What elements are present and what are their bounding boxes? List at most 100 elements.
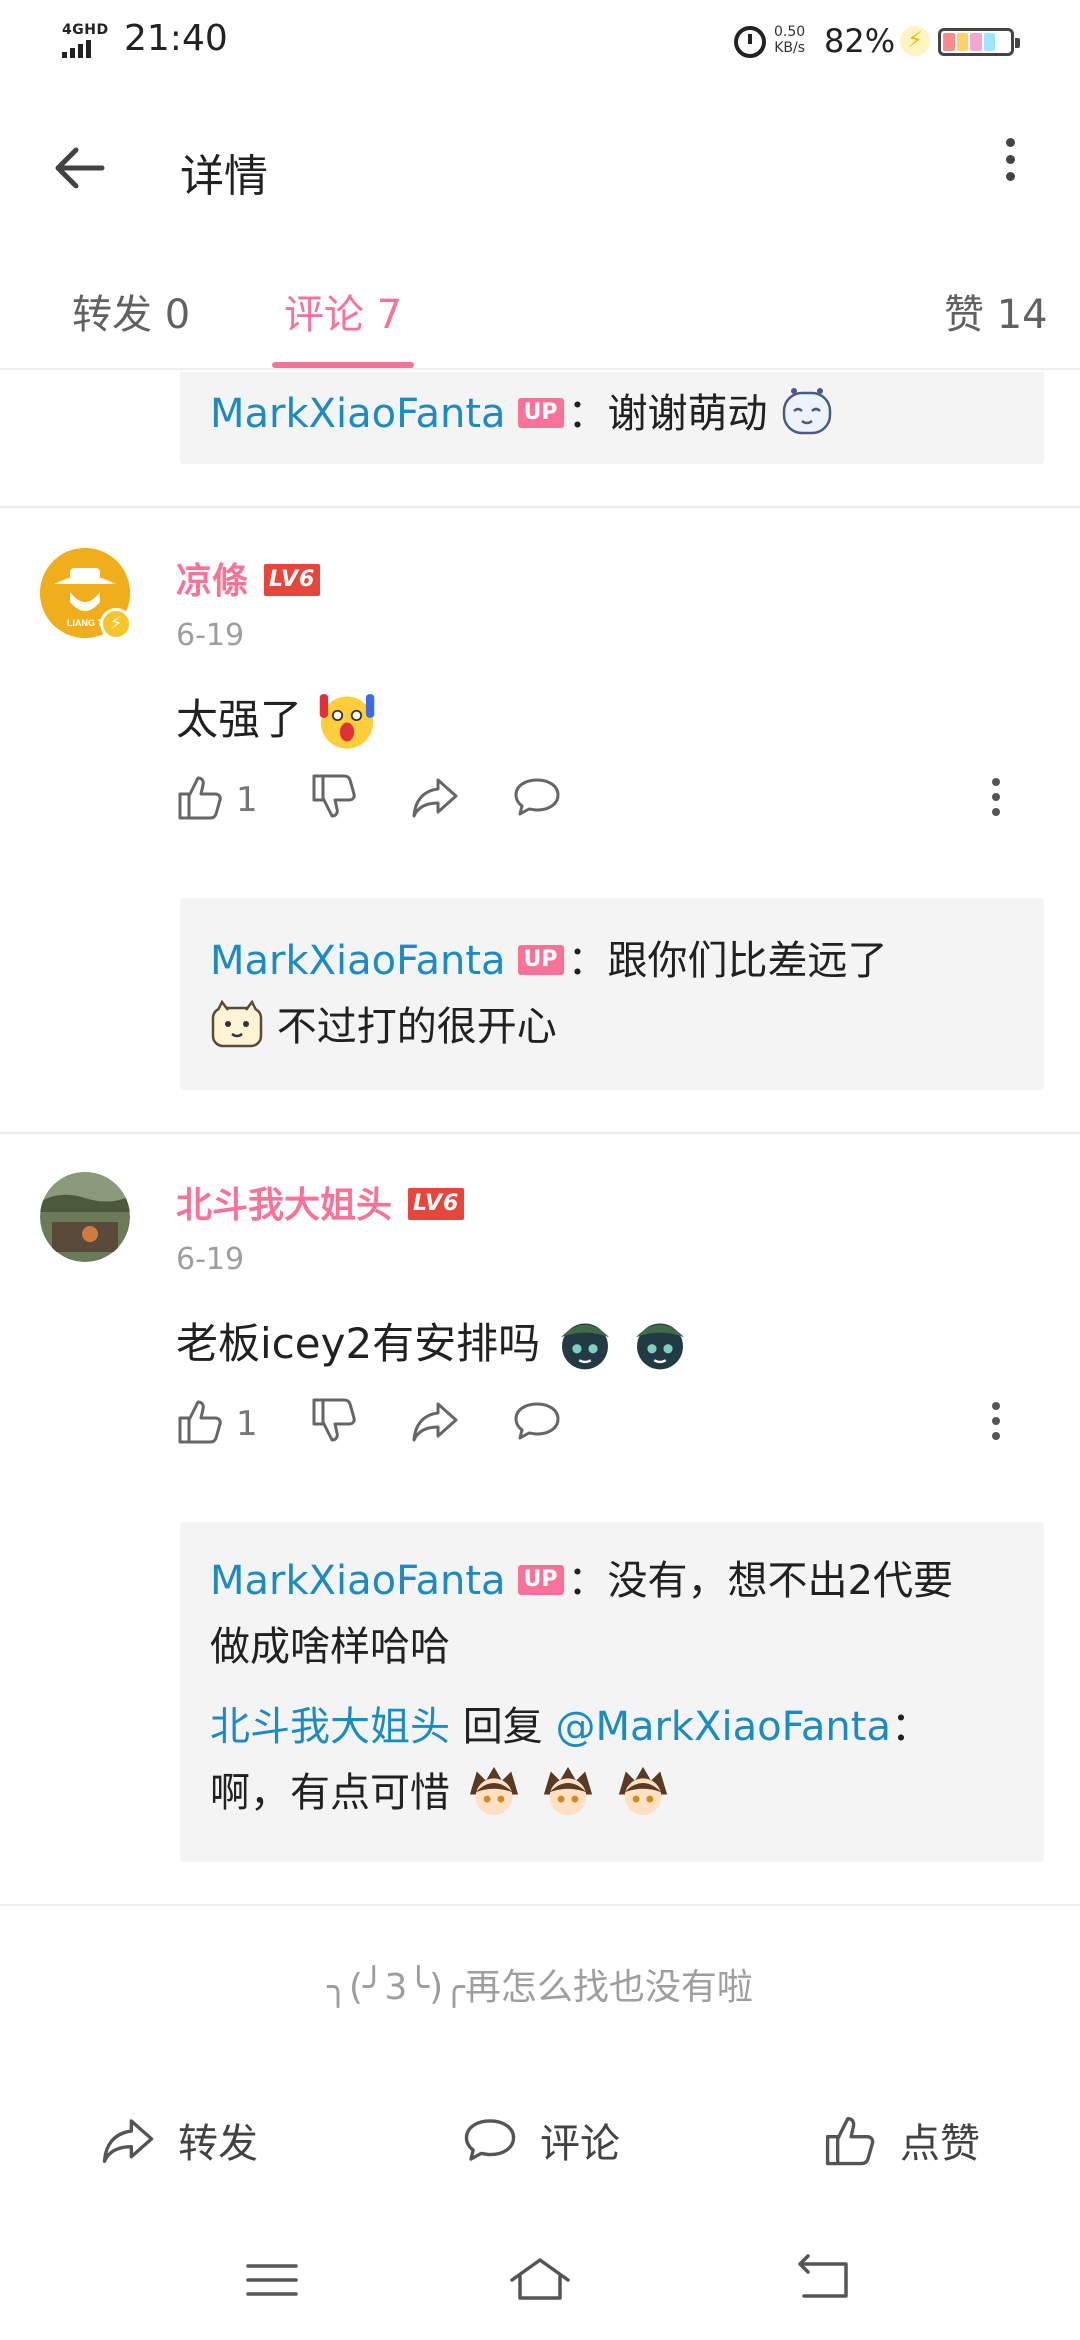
like-post-button[interactable]: 点赞 bbox=[822, 2100, 980, 2180]
comment-date: 6-19 bbox=[176, 618, 245, 653]
system-nav-bar bbox=[0, 2220, 1080, 2340]
status-bar: 4GHD 21:40 0.50 KB/s 82% ⚡ bbox=[0, 0, 1080, 84]
comment-icon bbox=[464, 2119, 516, 2161]
reply-line: 啊，有点可惜 bbox=[210, 1760, 1014, 1826]
up-badge: UP bbox=[517, 1565, 564, 1595]
speed-value: 0.50 bbox=[774, 24, 806, 40]
thumbs-up-icon bbox=[178, 776, 222, 820]
page-title: 详情 bbox=[180, 151, 268, 202]
network-type: 4GHD bbox=[62, 22, 109, 38]
comment-more-icon[interactable] bbox=[986, 1402, 1006, 1462]
back-icon[interactable] bbox=[794, 2250, 854, 2310]
like-count: 1 bbox=[236, 780, 258, 820]
reply-box[interactable]: MarkXiaoFanta UP ：跟你们比差远了 不过打的很开心 bbox=[180, 898, 1044, 1090]
comment-text-content: 太强了 bbox=[176, 695, 303, 744]
reply-word: 回复 bbox=[450, 1704, 556, 1750]
app-bar: 详情 bbox=[0, 84, 1080, 252]
like-count: 1 bbox=[236, 1404, 258, 1444]
reply-line: MarkXiaoFanta UP ：没有，想不出2代要 bbox=[210, 1548, 1014, 1614]
tab-likes[interactable]: 赞 14 bbox=[944, 282, 1048, 340]
up-badge: UP bbox=[517, 398, 564, 428]
divider bbox=[0, 1132, 1080, 1134]
reply-line: 北斗我大姐头 回复 @MarkXiaoFanta： bbox=[210, 1694, 1014, 1760]
comment-text: 老板icey2有安排吗 bbox=[176, 1310, 691, 1374]
reply-box[interactable]: MarkXiaoFanta UP ：谢谢萌动 bbox=[180, 372, 1044, 464]
repost-button[interactable]: 转发 bbox=[100, 2100, 258, 2180]
avatar[interactable] bbox=[40, 1172, 130, 1262]
shocked-emoji-icon bbox=[320, 693, 375, 749]
reply-text: ： bbox=[890, 1704, 931, 1750]
svg-text:LIANG T: LIANG T bbox=[67, 618, 103, 628]
reply-line: MarkXiaoFanta UP ：跟你们比差远了 bbox=[210, 928, 1014, 994]
menu-icon[interactable] bbox=[242, 2250, 302, 2310]
tab-indicator bbox=[272, 362, 414, 368]
dog-emoji-icon bbox=[211, 999, 263, 1048]
reply-text: 做成啥样哈哈 bbox=[210, 1624, 450, 1670]
comment-icon bbox=[514, 778, 560, 816]
home-icon[interactable] bbox=[508, 2250, 572, 2310]
reply-text: 不过打的很开心 bbox=[276, 1004, 557, 1050]
tab-comments[interactable]: 评论 7 bbox=[284, 282, 402, 340]
alarm-icon bbox=[734, 26, 766, 58]
comment-icon bbox=[514, 1402, 560, 1440]
reply-box[interactable]: MarkXiaoFanta UP ：没有，想不出2代要 做成啥样哈哈 北斗我大姐头 … bbox=[180, 1522, 1044, 1862]
dislike-button[interactable] bbox=[310, 772, 360, 832]
comment-author-name[interactable]: 凉條 bbox=[176, 561, 248, 602]
level-badge: LV6 bbox=[264, 564, 321, 596]
divider bbox=[0, 1904, 1080, 1906]
clock: 21:40 bbox=[124, 18, 228, 59]
reply-author[interactable]: 北斗我大姐头 bbox=[210, 1704, 450, 1750]
reply-author[interactable]: MarkXiaoFanta bbox=[210, 391, 506, 437]
reply-text: 啊，有点可惜 bbox=[210, 1770, 450, 1816]
reply-button[interactable] bbox=[512, 1396, 562, 1456]
end-of-list-note: ╮(╯3╰)╭再怎么找也没有啦 bbox=[327, 1967, 753, 2008]
reply-author[interactable]: MarkXiaoFanta bbox=[210, 1558, 506, 1604]
chibi-emoji-icon bbox=[469, 1766, 518, 1816]
reply-author[interactable]: MarkXiaoFanta bbox=[210, 938, 506, 984]
comment-label: 评论 bbox=[540, 2121, 620, 2167]
reply-text: ：跟你们比差远了 bbox=[567, 938, 888, 984]
like-button[interactable]: 1 bbox=[176, 1396, 276, 1456]
thumbs-up-icon bbox=[178, 1400, 222, 1444]
signal-icon: 4GHD bbox=[62, 22, 114, 58]
back-arrow-icon[interactable] bbox=[48, 136, 112, 200]
like-label: 点赞 bbox=[900, 2121, 980, 2167]
thumbs-down-icon bbox=[312, 774, 356, 818]
up-badge: UP bbox=[517, 945, 564, 975]
comment-author-name[interactable]: 北斗我大姐头 bbox=[176, 1185, 392, 1226]
battery-percent: 82% bbox=[824, 22, 896, 60]
tab-bar: 转发 0 评论 7 赞 14 bbox=[0, 252, 1080, 370]
dislike-button[interactable] bbox=[310, 1396, 360, 1456]
comment-more-icon[interactable] bbox=[986, 778, 1006, 838]
speed-unit: KB/s bbox=[774, 40, 805, 56]
reply-button[interactable] bbox=[512, 772, 562, 832]
divider bbox=[0, 506, 1080, 508]
tab-reposts[interactable]: 转发 0 bbox=[72, 282, 190, 340]
comment-text: 太强了 bbox=[176, 686, 379, 751]
reply-line: 不过打的很开心 bbox=[210, 994, 1014, 1060]
share-button[interactable] bbox=[410, 1396, 460, 1456]
share-button[interactable] bbox=[410, 772, 460, 832]
verified-bolt-icon: ⚡ bbox=[100, 608, 132, 640]
comment-author[interactable]: 凉條 LV6 bbox=[176, 552, 321, 604]
comment-button[interactable]: 评论 bbox=[462, 2100, 620, 2180]
reply-line: MarkXiaoFanta UP ：谢谢萌动 bbox=[210, 372, 1014, 456]
reply-text: ：没有，想不出2代要 bbox=[567, 1558, 953, 1604]
chibi-emoji-icon bbox=[619, 1766, 668, 1816]
bottom-action-bar: 转发 评论 点赞 bbox=[0, 2100, 1080, 2180]
battery-icon bbox=[938, 28, 1020, 56]
like-button[interactable]: 1 bbox=[176, 772, 276, 832]
network-speed: 0.50 KB/s bbox=[774, 24, 805, 56]
reply-text: ：谢谢萌动 bbox=[567, 391, 768, 437]
more-vertical-icon[interactable] bbox=[990, 138, 1030, 198]
reply-target[interactable]: @MarkXiaoFanta bbox=[555, 1704, 891, 1750]
comment-actions: 1 bbox=[176, 772, 1006, 832]
ghost-emoji-icon bbox=[783, 388, 832, 435]
comment-date: 6-19 bbox=[176, 1242, 245, 1277]
share-icon bbox=[102, 2119, 154, 2163]
chibi-emoji-icon bbox=[635, 1322, 685, 1369]
comment-author[interactable]: 北斗我大姐头 LV6 bbox=[176, 1176, 465, 1228]
share-icon bbox=[412, 778, 458, 818]
comment-text-content: 老板icey2有安排吗 bbox=[176, 1319, 541, 1368]
chibi-emoji-icon bbox=[560, 1322, 609, 1369]
